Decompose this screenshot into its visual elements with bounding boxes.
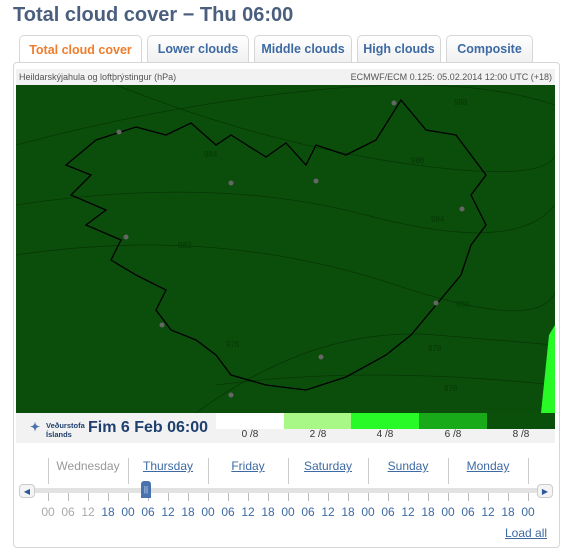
hour-tick	[428, 493, 429, 501]
legend-label: 0 /8	[241, 429, 259, 440]
day-separator	[528, 458, 529, 484]
hour-label[interactable]: 06	[138, 505, 158, 519]
isobar-label: 988	[454, 98, 468, 107]
hour-label[interactable]: 06	[378, 505, 398, 519]
hour-tick	[528, 493, 529, 501]
load-all-link[interactable]: Load all	[505, 526, 547, 540]
map-header: Heildarskýjahula og loftþrýstingur (hPa)…	[16, 69, 555, 85]
hour-label: 00	[41, 505, 55, 519]
hour-tick	[228, 493, 229, 501]
isobar-label: 976	[444, 384, 458, 393]
tab-high-clouds[interactable]: High clouds	[357, 35, 441, 62]
hour-tick	[348, 493, 349, 501]
legend-swatch-6	[419, 413, 487, 429]
cloud-patch	[541, 325, 555, 413]
hour-tick	[288, 493, 289, 501]
legend-label: 8 /8	[512, 429, 530, 440]
vedurstofa-logo: ✦ Veðurstofa Íslands	[30, 420, 85, 439]
hour-tick	[48, 493, 49, 501]
isobar-label: 986	[411, 156, 425, 165]
tab-composite[interactable]: Composite	[446, 35, 533, 62]
hour-label: 12	[81, 505, 95, 519]
hour-tick	[268, 493, 269, 501]
hour-label[interactable]: 06	[458, 505, 478, 519]
day-link-wednesday: Wednesday	[56, 459, 120, 473]
hour-label[interactable]: 12	[238, 505, 258, 519]
hour-tick	[108, 493, 109, 501]
timeline-slider-thumb[interactable]: ||	[141, 481, 151, 498]
hour-label[interactable]: 00	[278, 505, 298, 519]
map-source: ECMWF/ECM 0.125: 05.02.2014 12:00 UTC (+…	[350, 72, 552, 82]
hour-label[interactable]: 00	[118, 505, 138, 519]
isobar-lines	[15, 84, 558, 414]
hour-tick	[88, 493, 89, 501]
legend-swatch-0	[216, 413, 284, 429]
hour-label: 06	[61, 505, 75, 519]
isobar-label: 984	[204, 150, 218, 159]
hour-label[interactable]: 18	[338, 505, 358, 519]
day-link-monday[interactable]: Monday	[448, 459, 528, 473]
hour-label[interactable]: 18	[498, 505, 518, 519]
legend-label: 6 /8	[444, 429, 462, 440]
hour-label[interactable]: 12	[318, 505, 338, 519]
isobar-label: 982	[178, 241, 192, 250]
hour-tick	[248, 493, 249, 501]
isobar-label: 976	[226, 340, 240, 349]
hour-tick	[308, 493, 309, 501]
hour-label[interactable]: 18	[418, 505, 438, 519]
page-title: Total cloud cover − Thu 06:00	[13, 4, 294, 26]
hour-label[interactable]: 06	[298, 505, 318, 519]
hour-tick	[168, 493, 169, 501]
hour-label[interactable]: 12	[478, 505, 498, 519]
hour-tick	[388, 493, 389, 501]
hour-label[interactable]: 00	[358, 505, 378, 519]
hour-label[interactable]: 18	[258, 505, 278, 519]
forecast-date: Fim 6 Feb 06:00	[88, 419, 209, 436]
hour-label[interactable]: 00	[518, 505, 538, 519]
hour-label[interactable]: 00	[198, 505, 218, 519]
hour-tick	[368, 493, 369, 501]
legend-swatch-4	[351, 413, 419, 429]
map-subtitle: Heildarskýjahula og loftþrýstingur (hPa)	[19, 72, 177, 82]
hour-tick	[188, 493, 189, 501]
day-link-thursday[interactable]: Thursday	[128, 459, 208, 473]
legend-label: 2 /8	[309, 429, 327, 440]
prev-arrow-button[interactable]: ◀	[19, 484, 35, 498]
isobar-label: 978	[428, 344, 442, 353]
hour-label[interactable]: 18	[178, 505, 198, 519]
day-link-saturday[interactable]: Saturday	[288, 459, 368, 473]
hour-label[interactable]: 12	[398, 505, 418, 519]
legend-label: 4 /8	[376, 429, 394, 440]
legend-swatch-8	[487, 413, 555, 429]
day-link-sunday[interactable]: Sunday	[368, 459, 448, 473]
hour-tick	[68, 493, 69, 501]
hour-label[interactable]: 00	[438, 505, 458, 519]
timeline-slider-track[interactable]	[32, 488, 540, 493]
hour-tick	[508, 493, 509, 501]
legend-swatch-2	[284, 413, 352, 429]
cloud-cover-map: 988 986 984 984 982 980 978 976 976	[15, 84, 558, 414]
hour-tick	[328, 493, 329, 501]
isobar-label: 984	[431, 215, 445, 224]
hour-tick	[408, 493, 409, 501]
legend-bar: ✦ Veðurstofa Íslands Fim 6 Feb 06:00 0 /…	[16, 413, 555, 443]
hour-label[interactable]: 12	[158, 505, 178, 519]
hour-tick	[128, 493, 129, 501]
hour-tick	[208, 493, 209, 501]
tab-bar: Total cloud cover Lower clouds Middle cl…	[19, 35, 533, 63]
isobar-label: 980	[456, 300, 470, 309]
hour-tick	[488, 493, 489, 501]
hour-label[interactable]: 18	[98, 505, 118, 519]
tab-total-cloud-cover[interactable]: Total cloud cover	[19, 35, 142, 63]
tab-middle-clouds[interactable]: Middle clouds	[254, 35, 352, 62]
hour-tick	[448, 493, 449, 501]
tab-lower-clouds[interactable]: Lower clouds	[147, 35, 249, 62]
hour-tick	[468, 493, 469, 501]
day-link-friday[interactable]: Friday	[208, 459, 288, 473]
hour-label[interactable]: 06	[218, 505, 238, 519]
next-arrow-button[interactable]: ▶	[537, 484, 553, 498]
